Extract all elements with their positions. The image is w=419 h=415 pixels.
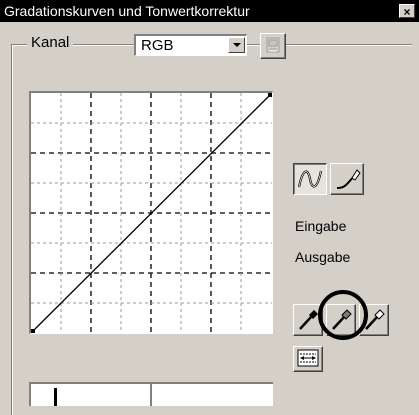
histogram-black-slider [54, 388, 57, 406]
gray-eyedropper-icon [332, 309, 352, 330]
curve-point-white [268, 93, 272, 97]
chevron-down-icon[interactable] [228, 37, 245, 53]
white-eyedropper-icon [365, 309, 385, 330]
output-label: Ausgabe [295, 249, 351, 265]
curve-graph[interactable] [29, 91, 273, 334]
histogram-canvas [54, 384, 152, 406]
picture-button-icon [266, 37, 280, 53]
input-label: Eingabe [295, 218, 347, 234]
smooth-curve-icon [297, 170, 323, 188]
auto-range-button[interactable] [293, 346, 323, 372]
channel-select-value: RGB [141, 37, 174, 54]
curve-canvas[interactable] [31, 93, 272, 333]
gray-point-eyedropper-button[interactable] [326, 304, 356, 336]
channel-label: Kanal [27, 34, 74, 52]
channel-select[interactable]: RGB [134, 34, 247, 56]
curve-point-black [31, 329, 35, 333]
auto-range-icon [297, 349, 319, 367]
channel-options-button[interactable] [260, 33, 286, 59]
close-button[interactable]: × [399, 4, 415, 19]
curve-mode-button[interactable] [293, 163, 327, 195]
title-bar: Gradationskurven und Tonwertkorrektur × [0, 0, 419, 22]
black-eyedropper-icon [299, 310, 318, 330]
window-title: Gradationskurven und Tonwertkorrektur [4, 3, 250, 19]
histogram-strip[interactable] [29, 382, 273, 406]
white-point-eyedropper-button[interactable] [359, 304, 389, 336]
black-point-eyedropper-button[interactable] [293, 304, 323, 336]
freehand-pencil-icon [336, 169, 361, 189]
freehand-mode-button[interactable] [330, 163, 364, 195]
